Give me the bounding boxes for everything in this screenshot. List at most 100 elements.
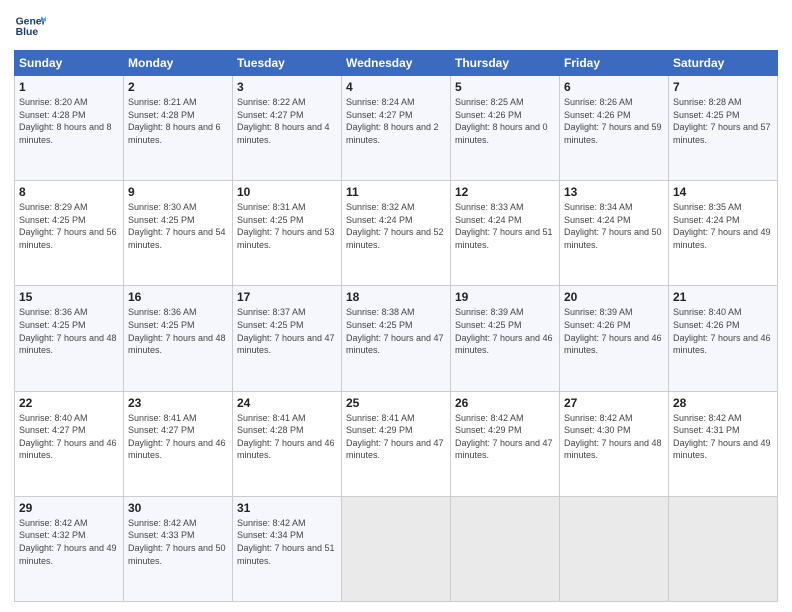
day-number: 26 — [455, 396, 555, 410]
calendar-cell — [669, 496, 778, 601]
day-number: 19 — [455, 290, 555, 304]
calendar-cell: 22 Sunrise: 8:40 AMSunset: 4:27 PMDaylig… — [15, 391, 124, 496]
header: General Blue — [14, 10, 778, 42]
calendar-cell: 29 Sunrise: 8:42 AMSunset: 4:32 PMDaylig… — [15, 496, 124, 601]
calendar-cell: 11 Sunrise: 8:32 AMSunset: 4:24 PMDaylig… — [342, 181, 451, 286]
day-number: 31 — [237, 501, 337, 515]
header-tuesday: Tuesday — [233, 51, 342, 76]
calendar-cell — [342, 496, 451, 601]
day-number: 15 — [19, 290, 119, 304]
calendar-cell: 24 Sunrise: 8:41 AMSunset: 4:28 PMDaylig… — [233, 391, 342, 496]
calendar-cell — [560, 496, 669, 601]
day-info: Sunrise: 8:31 AMSunset: 4:25 PMDaylight:… — [237, 202, 335, 250]
header-sunday: Sunday — [15, 51, 124, 76]
day-info: Sunrise: 8:35 AMSunset: 4:24 PMDaylight:… — [673, 202, 771, 250]
calendar-cell: 10 Sunrise: 8:31 AMSunset: 4:25 PMDaylig… — [233, 181, 342, 286]
calendar-cell: 13 Sunrise: 8:34 AMSunset: 4:24 PMDaylig… — [560, 181, 669, 286]
day-number: 23 — [128, 396, 228, 410]
day-info: Sunrise: 8:24 AMSunset: 4:27 PMDaylight:… — [346, 97, 439, 145]
day-number: 4 — [346, 80, 446, 94]
day-number: 28 — [673, 396, 773, 410]
calendar-cell: 17 Sunrise: 8:37 AMSunset: 4:25 PMDaylig… — [233, 286, 342, 391]
day-info: Sunrise: 8:29 AMSunset: 4:25 PMDaylight:… — [19, 202, 117, 250]
day-info: Sunrise: 8:22 AMSunset: 4:27 PMDaylight:… — [237, 97, 330, 145]
header-monday: Monday — [124, 51, 233, 76]
calendar-week-row: 8 Sunrise: 8:29 AMSunset: 4:25 PMDayligh… — [15, 181, 778, 286]
day-number: 6 — [564, 80, 664, 94]
calendar-cell: 18 Sunrise: 8:38 AMSunset: 4:25 PMDaylig… — [342, 286, 451, 391]
day-info: Sunrise: 8:28 AMSunset: 4:25 PMDaylight:… — [673, 97, 771, 145]
calendar-cell: 16 Sunrise: 8:36 AMSunset: 4:25 PMDaylig… — [124, 286, 233, 391]
calendar-cell: 20 Sunrise: 8:39 AMSunset: 4:26 PMDaylig… — [560, 286, 669, 391]
calendar-cell: 14 Sunrise: 8:35 AMSunset: 4:24 PMDaylig… — [669, 181, 778, 286]
day-info: Sunrise: 8:37 AMSunset: 4:25 PMDaylight:… — [237, 307, 335, 355]
header-saturday: Saturday — [669, 51, 778, 76]
calendar-cell: 9 Sunrise: 8:30 AMSunset: 4:25 PMDayligh… — [124, 181, 233, 286]
header-thursday: Thursday — [451, 51, 560, 76]
calendar-cell: 31 Sunrise: 8:42 AMSunset: 4:34 PMDaylig… — [233, 496, 342, 601]
day-number: 7 — [673, 80, 773, 94]
day-info: Sunrise: 8:30 AMSunset: 4:25 PMDaylight:… — [128, 202, 226, 250]
calendar-cell: 12 Sunrise: 8:33 AMSunset: 4:24 PMDaylig… — [451, 181, 560, 286]
day-number: 11 — [346, 185, 446, 199]
day-number: 21 — [673, 290, 773, 304]
calendar-cell: 30 Sunrise: 8:42 AMSunset: 4:33 PMDaylig… — [124, 496, 233, 601]
day-info: Sunrise: 8:36 AMSunset: 4:25 PMDaylight:… — [128, 307, 226, 355]
day-number: 25 — [346, 396, 446, 410]
day-number: 3 — [237, 80, 337, 94]
calendar-week-row: 22 Sunrise: 8:40 AMSunset: 4:27 PMDaylig… — [15, 391, 778, 496]
day-info: Sunrise: 8:26 AMSunset: 4:26 PMDaylight:… — [564, 97, 662, 145]
day-number: 20 — [564, 290, 664, 304]
day-info: Sunrise: 8:39 AMSunset: 4:26 PMDaylight:… — [564, 307, 662, 355]
day-info: Sunrise: 8:42 AMSunset: 4:29 PMDaylight:… — [455, 413, 553, 461]
day-number: 18 — [346, 290, 446, 304]
calendar-cell: 3 Sunrise: 8:22 AMSunset: 4:27 PMDayligh… — [233, 76, 342, 181]
day-info: Sunrise: 8:42 AMSunset: 4:32 PMDaylight:… — [19, 518, 117, 566]
calendar-cell: 4 Sunrise: 8:24 AMSunset: 4:27 PMDayligh… — [342, 76, 451, 181]
day-info: Sunrise: 8:40 AMSunset: 4:27 PMDaylight:… — [19, 413, 117, 461]
day-number: 12 — [455, 185, 555, 199]
day-number: 17 — [237, 290, 337, 304]
day-info: Sunrise: 8:38 AMSunset: 4:25 PMDaylight:… — [346, 307, 444, 355]
day-number: 16 — [128, 290, 228, 304]
day-number: 10 — [237, 185, 337, 199]
svg-text:Blue: Blue — [16, 27, 39, 38]
calendar-week-row: 29 Sunrise: 8:42 AMSunset: 4:32 PMDaylig… — [15, 496, 778, 601]
day-info: Sunrise: 8:41 AMSunset: 4:27 PMDaylight:… — [128, 413, 226, 461]
day-info: Sunrise: 8:21 AMSunset: 4:28 PMDaylight:… — [128, 97, 221, 145]
calendar-header-row: SundayMondayTuesdayWednesdayThursdayFrid… — [15, 51, 778, 76]
calendar-table: SundayMondayTuesdayWednesdayThursdayFrid… — [14, 50, 778, 602]
day-number: 2 — [128, 80, 228, 94]
day-info: Sunrise: 8:33 AMSunset: 4:24 PMDaylight:… — [455, 202, 553, 250]
day-info: Sunrise: 8:42 AMSunset: 4:30 PMDaylight:… — [564, 413, 662, 461]
calendar-cell: 15 Sunrise: 8:36 AMSunset: 4:25 PMDaylig… — [15, 286, 124, 391]
day-info: Sunrise: 8:41 AMSunset: 4:28 PMDaylight:… — [237, 413, 335, 461]
calendar-cell: 21 Sunrise: 8:40 AMSunset: 4:26 PMDaylig… — [669, 286, 778, 391]
day-info: Sunrise: 8:40 AMSunset: 4:26 PMDaylight:… — [673, 307, 771, 355]
calendar-week-row: 15 Sunrise: 8:36 AMSunset: 4:25 PMDaylig… — [15, 286, 778, 391]
day-number: 30 — [128, 501, 228, 515]
day-number: 14 — [673, 185, 773, 199]
day-number: 13 — [564, 185, 664, 199]
day-info: Sunrise: 8:32 AMSunset: 4:24 PMDaylight:… — [346, 202, 444, 250]
calendar-cell: 19 Sunrise: 8:39 AMSunset: 4:25 PMDaylig… — [451, 286, 560, 391]
page: General Blue SundayMondayTuesdayWednesda… — [0, 0, 792, 612]
calendar-cell: 25 Sunrise: 8:41 AMSunset: 4:29 PMDaylig… — [342, 391, 451, 496]
day-info: Sunrise: 8:39 AMSunset: 4:25 PMDaylight:… — [455, 307, 553, 355]
calendar-cell: 1 Sunrise: 8:20 AMSunset: 4:28 PMDayligh… — [15, 76, 124, 181]
day-number: 9 — [128, 185, 228, 199]
day-info: Sunrise: 8:41 AMSunset: 4:29 PMDaylight:… — [346, 413, 444, 461]
calendar-cell: 27 Sunrise: 8:42 AMSunset: 4:30 PMDaylig… — [560, 391, 669, 496]
general-blue-logo-icon: General Blue — [14, 10, 46, 42]
calendar-cell: 6 Sunrise: 8:26 AMSunset: 4:26 PMDayligh… — [560, 76, 669, 181]
calendar-cell: 7 Sunrise: 8:28 AMSunset: 4:25 PMDayligh… — [669, 76, 778, 181]
day-info: Sunrise: 8:42 AMSunset: 4:34 PMDaylight:… — [237, 518, 335, 566]
calendar-week-row: 1 Sunrise: 8:20 AMSunset: 4:28 PMDayligh… — [15, 76, 778, 181]
day-info: Sunrise: 8:20 AMSunset: 4:28 PMDaylight:… — [19, 97, 112, 145]
day-info: Sunrise: 8:25 AMSunset: 4:26 PMDaylight:… — [455, 97, 548, 145]
calendar-cell: 26 Sunrise: 8:42 AMSunset: 4:29 PMDaylig… — [451, 391, 560, 496]
day-number: 5 — [455, 80, 555, 94]
day-number: 8 — [19, 185, 119, 199]
day-number: 27 — [564, 396, 664, 410]
day-number: 1 — [19, 80, 119, 94]
